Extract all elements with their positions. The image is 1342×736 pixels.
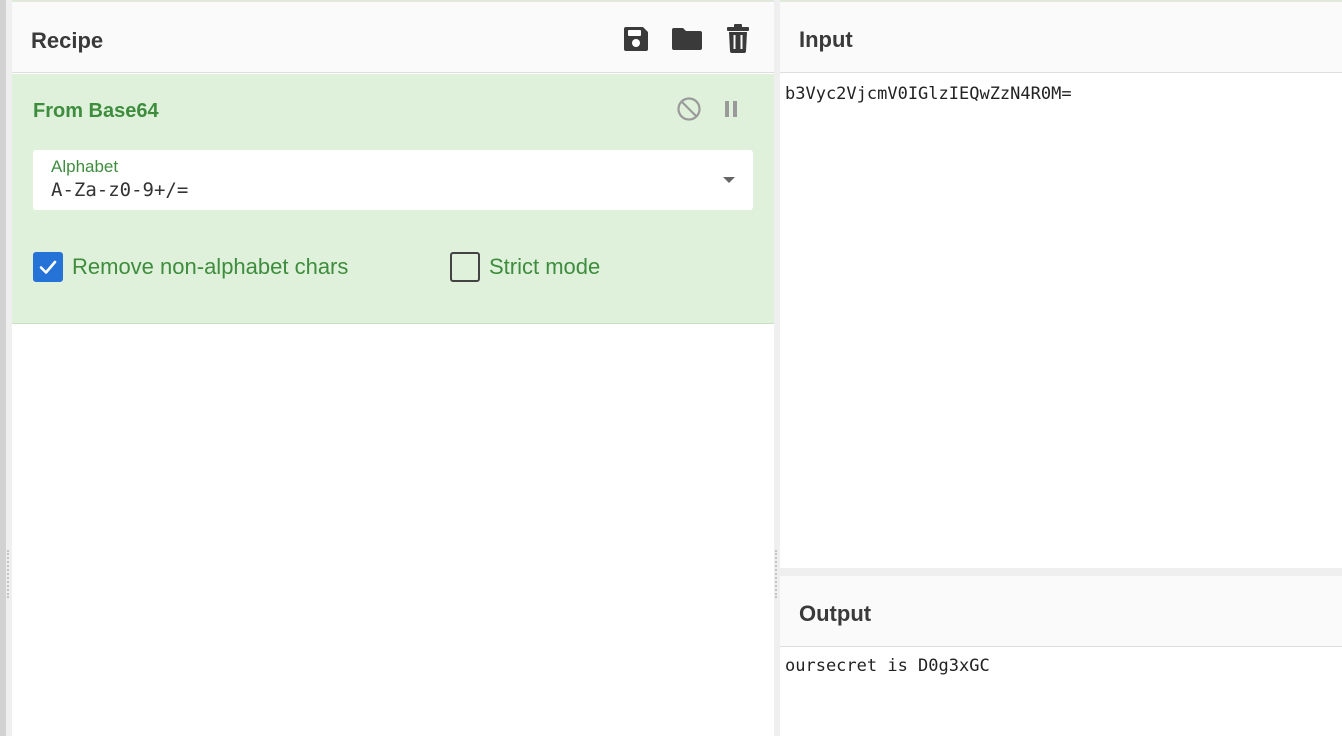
clear-recipe-button[interactable] [721,22,755,56]
input-textarea[interactable]: b3Vyc2VjcmV0IGlzIEQwZzN4R0M= [785,84,1072,104]
folder-icon [672,28,702,50]
alphabet-label: Alphabet [51,157,119,176]
recipe-header: Recipe [12,2,774,73]
save-recipe-button[interactable] [619,22,653,56]
input-title: Input [799,27,853,52]
strict-mode-checkbox[interactable]: Strict mode [450,252,600,282]
operation-title: From Base64 [33,100,159,122]
io-resize-gutter[interactable] [780,568,1342,576]
output-header: Output [780,576,1342,647]
disable-icon [677,97,701,121]
caret-down-icon[interactable] [723,177,735,183]
alphabet-value: A-Za-z0-9+/= [51,179,189,201]
checkbox-unchecked[interactable] [450,252,480,282]
output-text[interactable]: oursecret is D0g3xGC [785,656,990,676]
strict-mode-label: Strict mode [489,254,601,279]
input-panel: Input b3Vyc2VjcmV0IGlzIEQwZzN4R0M= [780,2,1342,568]
input-header: Input [780,2,1342,73]
checkmark-icon [39,260,57,274]
alphabet-select[interactable]: Alphabet A-Za-z0-9+/= [33,150,753,210]
save-icon [624,27,648,51]
disable-operation-button[interactable] [674,94,704,124]
remove-non-alphabet-label: Remove non-alphabet chars [72,254,349,279]
load-recipe-button[interactable] [670,22,704,56]
cyberchef-app: Recipe From Base64 Alphabet A-Za-z0-9+/=… [0,0,1342,736]
recipe-panel: Recipe From Base64 Alphabet A-Za-z0-9+/=… [12,2,774,736]
recipe-title: Recipe [31,28,104,53]
trash-icon [727,24,749,53]
checkbox-checked[interactable] [33,252,63,282]
remove-non-alphabet-checkbox[interactable]: Remove non-alphabet chars [33,252,348,282]
pause-operation-button[interactable] [716,94,746,124]
output-panel: Output oursecret is D0g3xGC [780,576,1342,736]
pause-icon [725,101,737,117]
operation-from-base64[interactable]: From Base64 Alphabet A-Za-z0-9+/= Remove… [12,74,774,324]
output-title: Output [799,601,872,626]
